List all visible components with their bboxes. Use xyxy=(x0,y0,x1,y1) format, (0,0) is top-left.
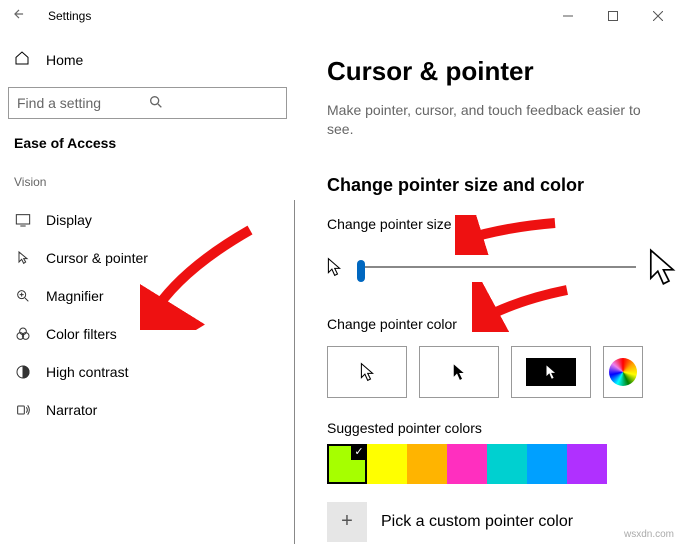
suggested-color-swatch[interactable] xyxy=(447,444,487,484)
add-custom-color-button[interactable]: + xyxy=(327,502,367,542)
high-contrast-icon xyxy=(14,364,32,380)
pointer-color-inverted[interactable] xyxy=(511,346,591,398)
sidebar-item-label: Display xyxy=(46,212,92,228)
suggested-colors-row: ✓ xyxy=(327,444,680,484)
display-icon xyxy=(14,213,32,227)
watermark: wsxdn.com xyxy=(624,529,674,540)
pointer-color-custom[interactable] xyxy=(603,346,643,398)
group-label: Vision xyxy=(6,175,289,201)
section-heading: Change pointer size and color xyxy=(327,175,680,196)
sidebar-item-color-filters[interactable]: Color filters xyxy=(6,315,289,353)
suggested-color-swatch[interactable] xyxy=(527,444,567,484)
titlebar: Settings xyxy=(0,0,680,32)
home-icon xyxy=(14,50,32,69)
home-label: Home xyxy=(46,52,83,68)
content-pane: Cursor & pointer Make pointer, cursor, a… xyxy=(295,32,680,544)
sidebar: Home Find a setting Ease of Access Visio… xyxy=(0,32,295,544)
suggested-color-swatch[interactable] xyxy=(487,444,527,484)
sidebar-item-high-contrast[interactable]: High contrast xyxy=(6,353,289,391)
suggested-color-swatch[interactable] xyxy=(407,444,447,484)
search-icon xyxy=(148,94,279,113)
sidebar-item-label: High contrast xyxy=(46,364,128,380)
sidebar-item-label: Cursor & pointer xyxy=(46,250,148,266)
cursor-icon xyxy=(14,250,32,266)
check-icon: ✓ xyxy=(351,444,367,460)
sidebar-item-narrator[interactable]: Narrator xyxy=(6,391,289,429)
page-description: Make pointer, cursor, and touch feedback… xyxy=(327,101,680,139)
narrator-icon xyxy=(14,402,32,418)
color-filters-icon xyxy=(14,326,32,342)
slider-thumb[interactable] xyxy=(357,260,365,282)
page-title: Cursor & pointer xyxy=(327,56,680,87)
suggested-color-swatch[interactable] xyxy=(567,444,607,484)
small-cursor-icon xyxy=(327,255,345,279)
maximize-button[interactable] xyxy=(590,0,635,32)
pointer-color-label: Change pointer color xyxy=(327,316,680,332)
suggested-colors-label: Suggested pointer colors xyxy=(327,420,680,436)
minimize-button[interactable] xyxy=(545,0,590,32)
pointer-color-black[interactable] xyxy=(419,346,499,398)
pointer-size-slider[interactable] xyxy=(357,257,636,277)
color-wheel-icon xyxy=(609,358,637,386)
sidebar-item-label: Narrator xyxy=(46,402,97,418)
category-header: Ease of Access xyxy=(6,135,289,175)
back-icon[interactable] xyxy=(12,7,32,26)
large-cursor-icon xyxy=(648,246,680,288)
search-placeholder: Find a setting xyxy=(17,95,148,111)
slider-track xyxy=(357,266,636,268)
sidebar-item-cursor-pointer[interactable]: Cursor & pointer xyxy=(6,239,289,277)
window-title: Settings xyxy=(48,9,91,23)
search-input[interactable]: Find a setting xyxy=(8,87,287,119)
suggested-color-swatch[interactable] xyxy=(367,444,407,484)
sidebar-item-label: Magnifier xyxy=(46,288,104,304)
sidebar-item-label: Color filters xyxy=(46,326,117,342)
sidebar-item-display[interactable]: Display xyxy=(6,201,289,239)
home-nav[interactable]: Home xyxy=(6,42,289,77)
sidebar-item-magnifier[interactable]: Magnifier xyxy=(6,277,289,315)
close-button[interactable] xyxy=(635,0,680,32)
pointer-color-white[interactable] xyxy=(327,346,407,398)
suggested-color-swatch[interactable]: ✓ xyxy=(327,444,367,484)
pointer-size-label: Change pointer size xyxy=(327,216,680,232)
custom-color-label: Pick a custom pointer color xyxy=(381,513,573,531)
magnifier-icon xyxy=(14,288,32,304)
